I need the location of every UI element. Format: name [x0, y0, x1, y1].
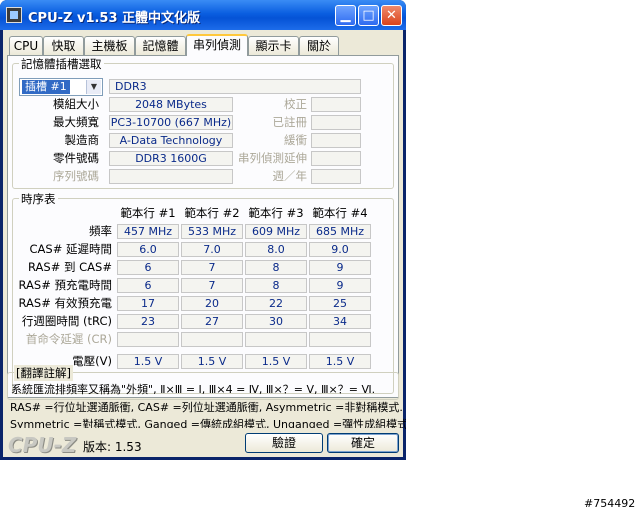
title-bar[interactable]: CPU-Z v1.53 正體中文化版 ▁ □ ✕ [0, 0, 406, 30]
timing-cell: 1.5 V [117, 354, 179, 369]
translation-notes: [翻譯註解] 系統匯流排頻率又稱為"外頻", Ⅱ×Ⅲ = Ⅰ, Ⅲ×4 = Ⅳ,… [7, 365, 399, 400]
timing-cell [181, 332, 243, 347]
memory-type-field: DDR3 [109, 79, 361, 94]
correction-value [311, 97, 361, 112]
tab-graphics[interactable]: 顯示卡 [248, 36, 299, 55]
max-bandwidth-label: 最大頻寬 [53, 115, 99, 129]
slot-group-label: 記憶體插槽選取 [19, 56, 104, 72]
tab-memory[interactable]: 記憶體 [135, 36, 186, 55]
spd-ext-label: 串列偵測延伸 [238, 151, 307, 165]
row-cycle-label: 行週圈時間 (tRC) [21, 314, 112, 328]
module-size-value: 2048 MBytes [109, 97, 233, 112]
tab-spd[interactable]: 串列偵測 [186, 34, 248, 56]
timing-cell: 7.0 [181, 242, 243, 257]
timing-cell: 457 MHz [117, 224, 179, 239]
image-id-watermark: #754492 [584, 497, 636, 510]
timing-cell: 23 [117, 314, 179, 329]
slot-select-value: 插槽 #1 [22, 80, 70, 94]
notes-label: [翻譯註解] [14, 365, 73, 381]
serial-number-label: 序列號碼 [53, 169, 99, 183]
notes-line: RAS# =行位址選通脈衝, CAS# =列位址選通脈衝, Asymmetric… [10, 401, 403, 414]
ras-active-label: RAS# 有效預充電 [18, 296, 112, 310]
timing-cell: 685 MHz [309, 224, 371, 239]
cas-latency-label: CAS# 延遲時間 [29, 242, 113, 256]
timing-cell: 8 [245, 278, 307, 293]
timing-cell: 9.0 [309, 242, 371, 257]
timing-cell [117, 332, 179, 347]
timing-column-header: 範本行 #4 [312, 206, 368, 220]
timing-cell: 25 [309, 296, 371, 311]
timing-cell: 1.5 V [181, 354, 243, 369]
minimize-icon: ▁ [340, 8, 351, 23]
timing-cell: 30 [245, 314, 307, 329]
timing-cell: 27 [181, 314, 243, 329]
window-client: CPU 快取 主機板 記憶體 串列偵測 顯示卡 關於 記憶體插槽選取 插槽 #1… [3, 30, 406, 457]
chevron-down-icon: ▼ [86, 80, 101, 94]
serial-number-value [109, 169, 233, 184]
buffered-value [311, 133, 361, 148]
ok-button[interactable]: 確定 [327, 433, 399, 453]
timing-cell: 1.5 V [245, 354, 307, 369]
frequency-label: 頻率 [89, 224, 112, 238]
timing-cell: 7 [181, 278, 243, 293]
minimize-button[interactable]: ▁ [335, 5, 356, 26]
version-text: 版本: 1.53 [83, 440, 142, 454]
spd-ext-value [311, 151, 361, 166]
manufacturer-value: A-Data Technology [109, 133, 233, 148]
timing-cell: 6 [117, 278, 179, 293]
tab-cache[interactable]: 快取 [43, 36, 84, 55]
timing-cell: 9 [309, 278, 371, 293]
timings-group-label: 時序表 [19, 191, 58, 207]
timing-cell: 20 [181, 296, 243, 311]
timing-column-header: 範本行 #3 [248, 206, 304, 220]
max-bandwidth-value: PC3-10700 (667 MHz) [109, 115, 233, 130]
command-rate-label: 首命令延遲 (CR) [25, 332, 112, 346]
registered-label: 已註冊 [272, 115, 308, 129]
part-number-label: 零件號碼 [53, 151, 99, 165]
timing-cell: 533 MHz [181, 224, 243, 239]
timing-cell: 17 [117, 296, 179, 311]
cpuz-logo: CPU-Z [8, 433, 77, 457]
ras-precharge-label: RAS# 預充電時間 [18, 278, 112, 292]
timing-cell: 6 [117, 260, 179, 275]
close-button[interactable]: ✕ [381, 5, 402, 26]
maximize-icon: □ [362, 8, 375, 23]
timing-column-header: 範本行 #2 [184, 206, 240, 220]
tab-about[interactable]: 關於 [299, 36, 339, 55]
slot-select[interactable]: 插槽 #1 ▼ [19, 78, 103, 96]
timing-column-header: 範本行 #1 [120, 206, 176, 220]
buffered-label: 緩衝 [284, 133, 307, 147]
tab-mainboard[interactable]: 主機板 [84, 36, 135, 55]
registered-value [311, 115, 361, 130]
timing-cell: 34 [309, 314, 371, 329]
validate-button[interactable]: 驗證 [245, 433, 323, 453]
correction-label: 校正 [284, 97, 307, 111]
tab-cpu[interactable]: CPU [9, 36, 43, 55]
spd-panel: 記憶體插槽選取 插槽 #1 ▼ DDR3 模組大小 2048 MBytes 校正… [7, 55, 399, 398]
slot-selection-group: 記憶體插槽選取 插槽 #1 ▼ DDR3 模組大小 2048 MBytes 校正… [12, 56, 394, 189]
cpuz-app-icon [6, 7, 22, 23]
timing-cell: 609 MHz [245, 224, 307, 239]
ras-to-cas-label: RAS# 到 CAS# [28, 260, 112, 274]
close-icon: ✕ [386, 8, 397, 23]
timing-cell: 7 [181, 260, 243, 275]
footer-bar: CPU-Z 版本: 1.53 驗證 確定 [3, 428, 403, 457]
module-size-label: 模組大小 [53, 97, 99, 111]
timing-cell: 6.0 [117, 242, 179, 257]
timing-cell [309, 332, 371, 347]
notes-line: 系統匯流排頻率又稱為"外頻", Ⅱ×Ⅲ = Ⅰ, Ⅲ×4 = Ⅳ, Ⅲ×？= Ⅴ… [11, 383, 376, 396]
cpuz-window: CPU-Z v1.53 正體中文化版 ▁ □ ✕ CPU 快取 主機板 記憶體 … [0, 0, 406, 460]
timing-cell [245, 332, 307, 347]
timing-cell: 8 [245, 260, 307, 275]
week-year-label: 週／年 [272, 169, 308, 183]
timing-cell: 1.5 V [309, 354, 371, 369]
part-number-value: DDR3 1600G [109, 151, 233, 166]
maximize-button[interactable]: □ [358, 5, 379, 26]
timing-cell: 9 [309, 260, 371, 275]
manufacturer-label: 製造商 [64, 133, 100, 147]
timing-cell: 22 [245, 296, 307, 311]
window-title: CPU-Z v1.53 正體中文化版 [28, 11, 201, 26]
timing-cell: 8.0 [245, 242, 307, 257]
week-year-value [311, 169, 361, 184]
